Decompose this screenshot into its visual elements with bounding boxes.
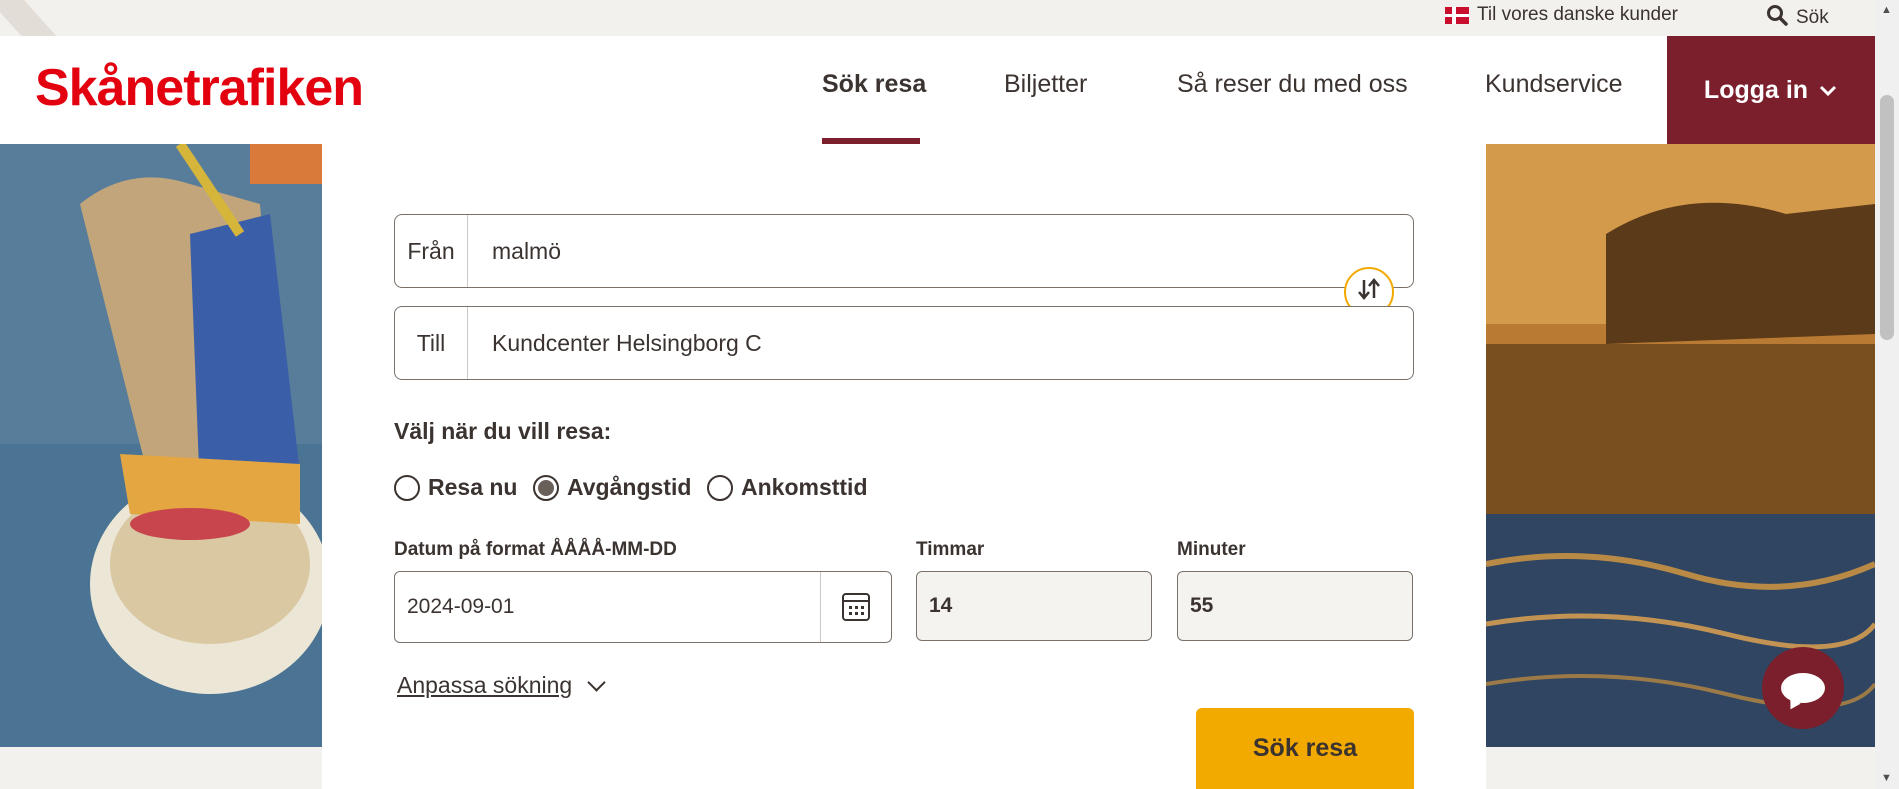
- to-input[interactable]: Kundcenter Helsingborg C: [468, 330, 762, 357]
- date-label: Datum på format ÅÅÅÅ-MM-DD: [394, 539, 677, 560]
- to-field[interactable]: Till Kundcenter Helsingborg C: [394, 306, 1414, 380]
- radio-ankomsttid[interactable]: Ankomsttid: [707, 474, 868, 501]
- chat-button[interactable]: [1762, 647, 1844, 729]
- danish-customers-label: Til vores danske kunder: [1477, 4, 1679, 25]
- customize-label: Anpassa sökning: [397, 672, 573, 698]
- search-icon: [1766, 4, 1788, 32]
- nav-sok-resa[interactable]: Sök resa: [822, 70, 926, 99]
- nav-sa-reser-du[interactable]: Så reser du med oss: [1177, 70, 1408, 99]
- scroll-thumb[interactable]: [1880, 95, 1894, 340]
- minutes-label: Minuter: [1177, 539, 1246, 560]
- scrollbar[interactable]: ▲ ▼: [1875, 0, 1899, 789]
- danish-flag-icon: [1445, 6, 1469, 24]
- hero-image-left: [0, 144, 322, 747]
- scroll-up-arrow-icon[interactable]: ▲: [1881, 4, 1892, 16]
- from-input[interactable]: malmö: [468, 238, 561, 265]
- chevron-down-icon: [1818, 76, 1838, 105]
- calendar-button[interactable]: [820, 572, 891, 642]
- logo[interactable]: Skånetrafiken: [35, 58, 364, 118]
- date-field[interactable]: 2024-09-01: [394, 571, 892, 643]
- radio-label: Avgångstid: [567, 474, 692, 500]
- radio-resa-nu[interactable]: Resa nu: [394, 474, 517, 501]
- calendar-icon: [842, 593, 870, 621]
- radio-avgangstid[interactable]: Avgångstid: [533, 474, 691, 501]
- search-label: Sök: [1796, 7, 1829, 28]
- main-header: Skånetrafiken Sök resa Biljetter Så rese…: [0, 36, 1875, 144]
- radio-label: Resa nu: [428, 474, 518, 500]
- danish-customers-link[interactable]: Til vores danske kunder: [1445, 4, 1678, 26]
- to-label: Till: [395, 307, 468, 379]
- search-trip-button[interactable]: Sök resa: [1196, 708, 1414, 789]
- from-field[interactable]: Från malmö: [394, 214, 1414, 288]
- radio-circle[interactable]: [707, 474, 733, 501]
- nav-biljetter[interactable]: Biljetter: [1004, 70, 1087, 99]
- login-label: Logga in: [1703, 75, 1809, 104]
- hours-label: Timmar: [916, 539, 985, 560]
- date-input[interactable]: 2024-09-01: [395, 595, 820, 619]
- minutes-input[interactable]: 55: [1177, 571, 1413, 641]
- login-button[interactable]: Logga in: [1667, 36, 1875, 144]
- search-link[interactable]: Sök: [1766, 4, 1829, 32]
- radio-label: Ankomsttid: [741, 474, 868, 500]
- chat-icon: [1781, 673, 1825, 703]
- utility-bar: Til vores danske kunder Sök: [0, 0, 1875, 36]
- nav-kundservice[interactable]: Kundservice: [1485, 70, 1623, 99]
- decorative-stripe: [0, 0, 80, 36]
- from-label: Från: [395, 215, 468, 287]
- customize-search-toggle[interactable]: Anpassa sökning: [397, 672, 606, 699]
- trip-search-card: Från malmö Till Kundcenter Helsingborg C…: [322, 144, 1486, 789]
- chevron-down-icon: [587, 673, 606, 692]
- scroll-down-arrow-icon[interactable]: ▼: [1881, 772, 1892, 784]
- hours-input[interactable]: 14: [916, 571, 1152, 641]
- when-label: Välj när du vill resa:: [394, 418, 612, 444]
- radio-circle[interactable]: [394, 474, 420, 501]
- radio-circle-checked[interactable]: [533, 474, 559, 501]
- swap-icon: [1355, 277, 1383, 307]
